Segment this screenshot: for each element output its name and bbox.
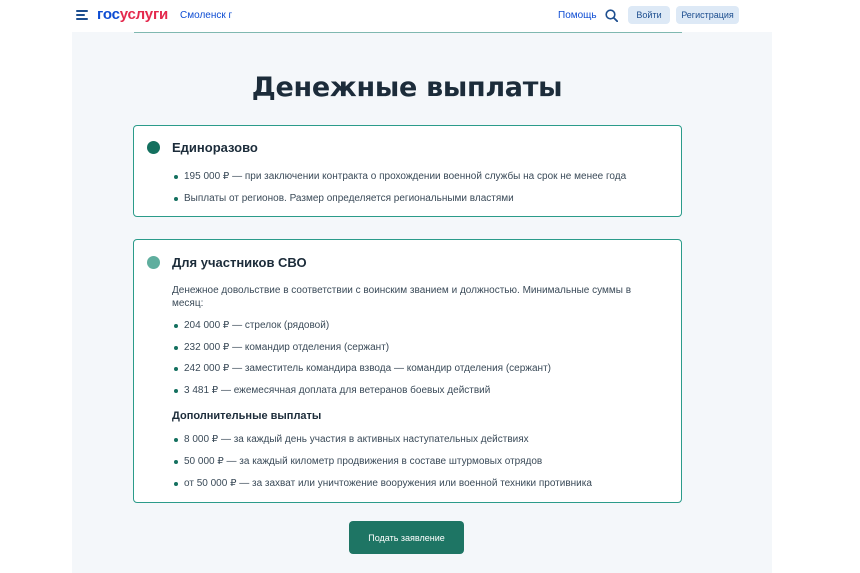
submit-application-button[interactable]: Подать заявление <box>349 521 464 554</box>
list-item: 8 000 ₽ — за каждый день участия в актив… <box>172 433 673 446</box>
list-item: 232 000 ₽ — командир отделения (сержант) <box>172 341 673 354</box>
list-item: 195 000 ₽ — при заключении контракта о п… <box>172 170 673 183</box>
login-button[interactable]: Войти <box>628 6 670 24</box>
register-button[interactable]: Регистрация <box>676 6 739 24</box>
viewport: госуслуги Смоленск г Помощь Войти Регист… <box>0 0 860 573</box>
card-svo: Для участников СВО Денежное довольствие … <box>133 239 682 503</box>
card-subtitle: Дополнительные выплаты <box>172 410 322 422</box>
list-item: 3 481 ₽ — ежемесячная доплата для ветера… <box>172 384 673 397</box>
card-marker <box>147 141 160 154</box>
list-item: 50 000 ₽ — за каждый километр продвижени… <box>172 455 673 468</box>
list-item: 242 000 ₽ — заместитель командира взвода… <box>172 362 673 375</box>
menu-icon[interactable] <box>76 10 88 21</box>
list-item: Выплаты от регионов. Размер определяется… <box>172 192 673 205</box>
card-description: Денежное довольствие в соответствии с во… <box>172 285 632 309</box>
search-icon[interactable] <box>605 9 618 22</box>
header: госуслуги Смоленск г Помощь Войти Регист… <box>72 0 772 32</box>
logo-gos: гос <box>97 6 120 23</box>
page-title: Денежные выплаты <box>251 72 563 103</box>
gosuslugi-logo[interactable]: госуслуги <box>97 6 168 24</box>
help-link[interactable]: Помощь <box>558 10 597 21</box>
card-marker <box>147 256 160 269</box>
page: госуслуги Смоленск г Помощь Войти Регист… <box>72 0 772 573</box>
list-item: 204 000 ₽ — стрелок (рядовой) <box>172 319 673 332</box>
logo-uslugi: услуги <box>119 6 169 23</box>
card-one-time: Единоразово 195 000 ₽ — при заключении к… <box>133 125 682 217</box>
list-item: от 50 000 ₽ — за захват или уничтожение … <box>172 477 673 490</box>
card-title: Единоразово <box>172 140 258 155</box>
header-divider <box>134 32 682 33</box>
card-title: Для участников СВО <box>172 255 307 270</box>
city-selector[interactable]: Смоленск г <box>180 10 232 21</box>
